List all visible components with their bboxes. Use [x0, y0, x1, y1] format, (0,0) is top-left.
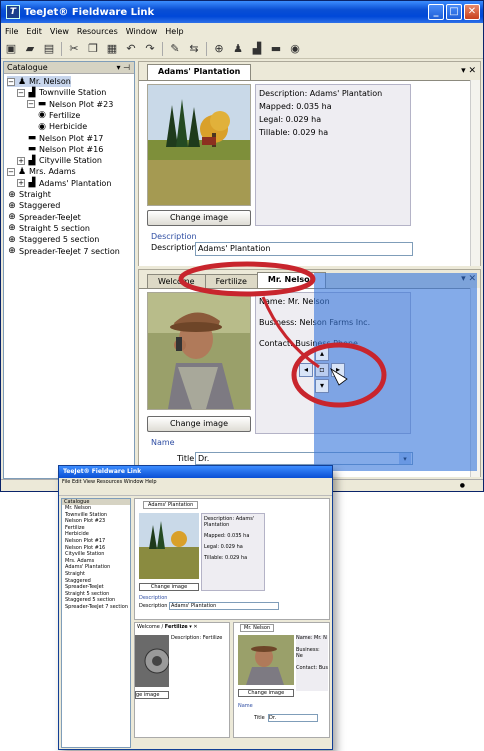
- thumbnail-tree-item: Adams' Plantation: [65, 564, 111, 571]
- thumbnail-tree-item: Nelson Plot #17: [65, 537, 106, 544]
- mouse-cursor-icon: [330, 367, 348, 386]
- drag-arrow-line: [261, 296, 320, 369]
- thumbnail-farmer-image: [238, 635, 294, 685]
- thumbnail-bottom-right-panel: Mr. Nelson Name: Mr. N Business: Ne Cont…: [233, 622, 330, 738]
- thumbnail-tree-item: Spreader-TeeJet: [65, 584, 104, 591]
- thumbnail-tree-item: Nelson Plot #23: [65, 518, 106, 525]
- thumbnail-tab-mr-nelson: Mr. Nelson: [240, 624, 275, 632]
- thumbnail-name-section: Name: [238, 703, 253, 709]
- thumbnail-tree-item: Straight: [65, 570, 85, 577]
- thumbnail-fertilizer-image: [135, 635, 169, 687]
- thumbnail-top-tab: Adams' Plantation: [143, 501, 199, 509]
- thumbnail-tab-welcome: Welcome: [137, 624, 160, 630]
- tab-highlight-circle: [178, 261, 316, 297]
- thumbnail-tree-item: Townville Station: [65, 511, 108, 518]
- thumbnail-tree-item: Staggered 5 section: [65, 597, 116, 604]
- thumbnail-description-label: Description: [139, 603, 168, 609]
- thumbnail-title-label: Title: [254, 715, 265, 721]
- thumbnail-tree-item: Spreader-TeeJet 7 section: [65, 603, 129, 610]
- thumbnail-right-info-contact: Contact: Bus: [296, 665, 328, 671]
- thumbnail-tree: Mr. Nelson Townville Station Nelson Plot #…: [62, 505, 130, 611]
- thumbnail-toolbar: [59, 486, 332, 496]
- thumbnail-tree-item: Staggered: [65, 577, 91, 584]
- thumbnail-tree-item: Herbicide: [65, 531, 89, 538]
- thumbnail-tree-item: Mrs. Adams: [65, 557, 95, 564]
- thumbnail-tree-item: Fertilize: [65, 524, 85, 531]
- thumbnail-tab-fertilize: Fertilize: [164, 624, 188, 630]
- thumbnail-info-description: Description: Adams' Plantation: [204, 516, 255, 528]
- main-window: T TeeJet® Fieldware Link _ □ ✕ File Edit…: [0, 0, 484, 492]
- thumbnail-right-change-image-button[interactable]: Change image: [238, 689, 294, 697]
- thumbnail-info-tillable: Tillable: 0.029 ha: [204, 555, 248, 561]
- thumbnail-change-image-button[interactable]: Change image: [139, 583, 199, 591]
- thumbnail-tree-item: Straight 5 section: [65, 590, 110, 597]
- thumbnail-description-input[interactable]: Adams' Plantation: [169, 602, 279, 610]
- thumbnail-right-info-business: Business: Ne: [296, 647, 320, 659]
- thumbnail-plantation-image: [139, 513, 199, 579]
- thumbnail-left-info: Description: Fertilize: [171, 635, 223, 641]
- highlight-annotations: [178, 261, 387, 408]
- thumbnail-info-legal: Legal: 0.029 ha: [204, 544, 243, 550]
- thumbnail-top-panel: Adams' Plantation Description: Adams' Pl…: [134, 498, 330, 620]
- thumbnail-description-section: Description: [139, 595, 168, 601]
- thumbnail-bottom-left-panel: Welcome / Fertilize ▾ ✕ Description: Fer…: [134, 622, 230, 738]
- thumbnail-info-mapped: Mapped: 0.035 ha: [204, 533, 250, 539]
- thumbnail-tree-item: Nelson Plot #16: [65, 544, 106, 551]
- thumbnail-right-info-name: Name: Mr. N: [296, 635, 327, 641]
- thumbnail-tree-item: Cityville Station: [65, 551, 105, 558]
- thumbnail-left-change-image-button[interactable]: ge image: [135, 691, 169, 699]
- thumbnail-menu: File Edit View Resources Window Help: [62, 479, 157, 485]
- thumbnail-title: TeeJet® Fieldware Link: [59, 466, 332, 478]
- thumbnail-title-select[interactable]: Dr.: [268, 714, 318, 722]
- thumbnail-top-info: Description: Adams' Plantation Mapped: 0…: [201, 513, 265, 591]
- result-window-thumbnail: TeeJet® Fieldware Link File Edit View Re…: [58, 465, 333, 750]
- status-indicator-icon: ●: [459, 482, 465, 489]
- thumbnail-tree-item: Mr. Nelson: [65, 505, 92, 511]
- thumbnail-catalogue: Catalogue Mr. Nelson Townville Station Nel…: [61, 498, 131, 748]
- thumbnail-right-info: Name: Mr. N Business: Ne Contact: Bus: [296, 635, 328, 691]
